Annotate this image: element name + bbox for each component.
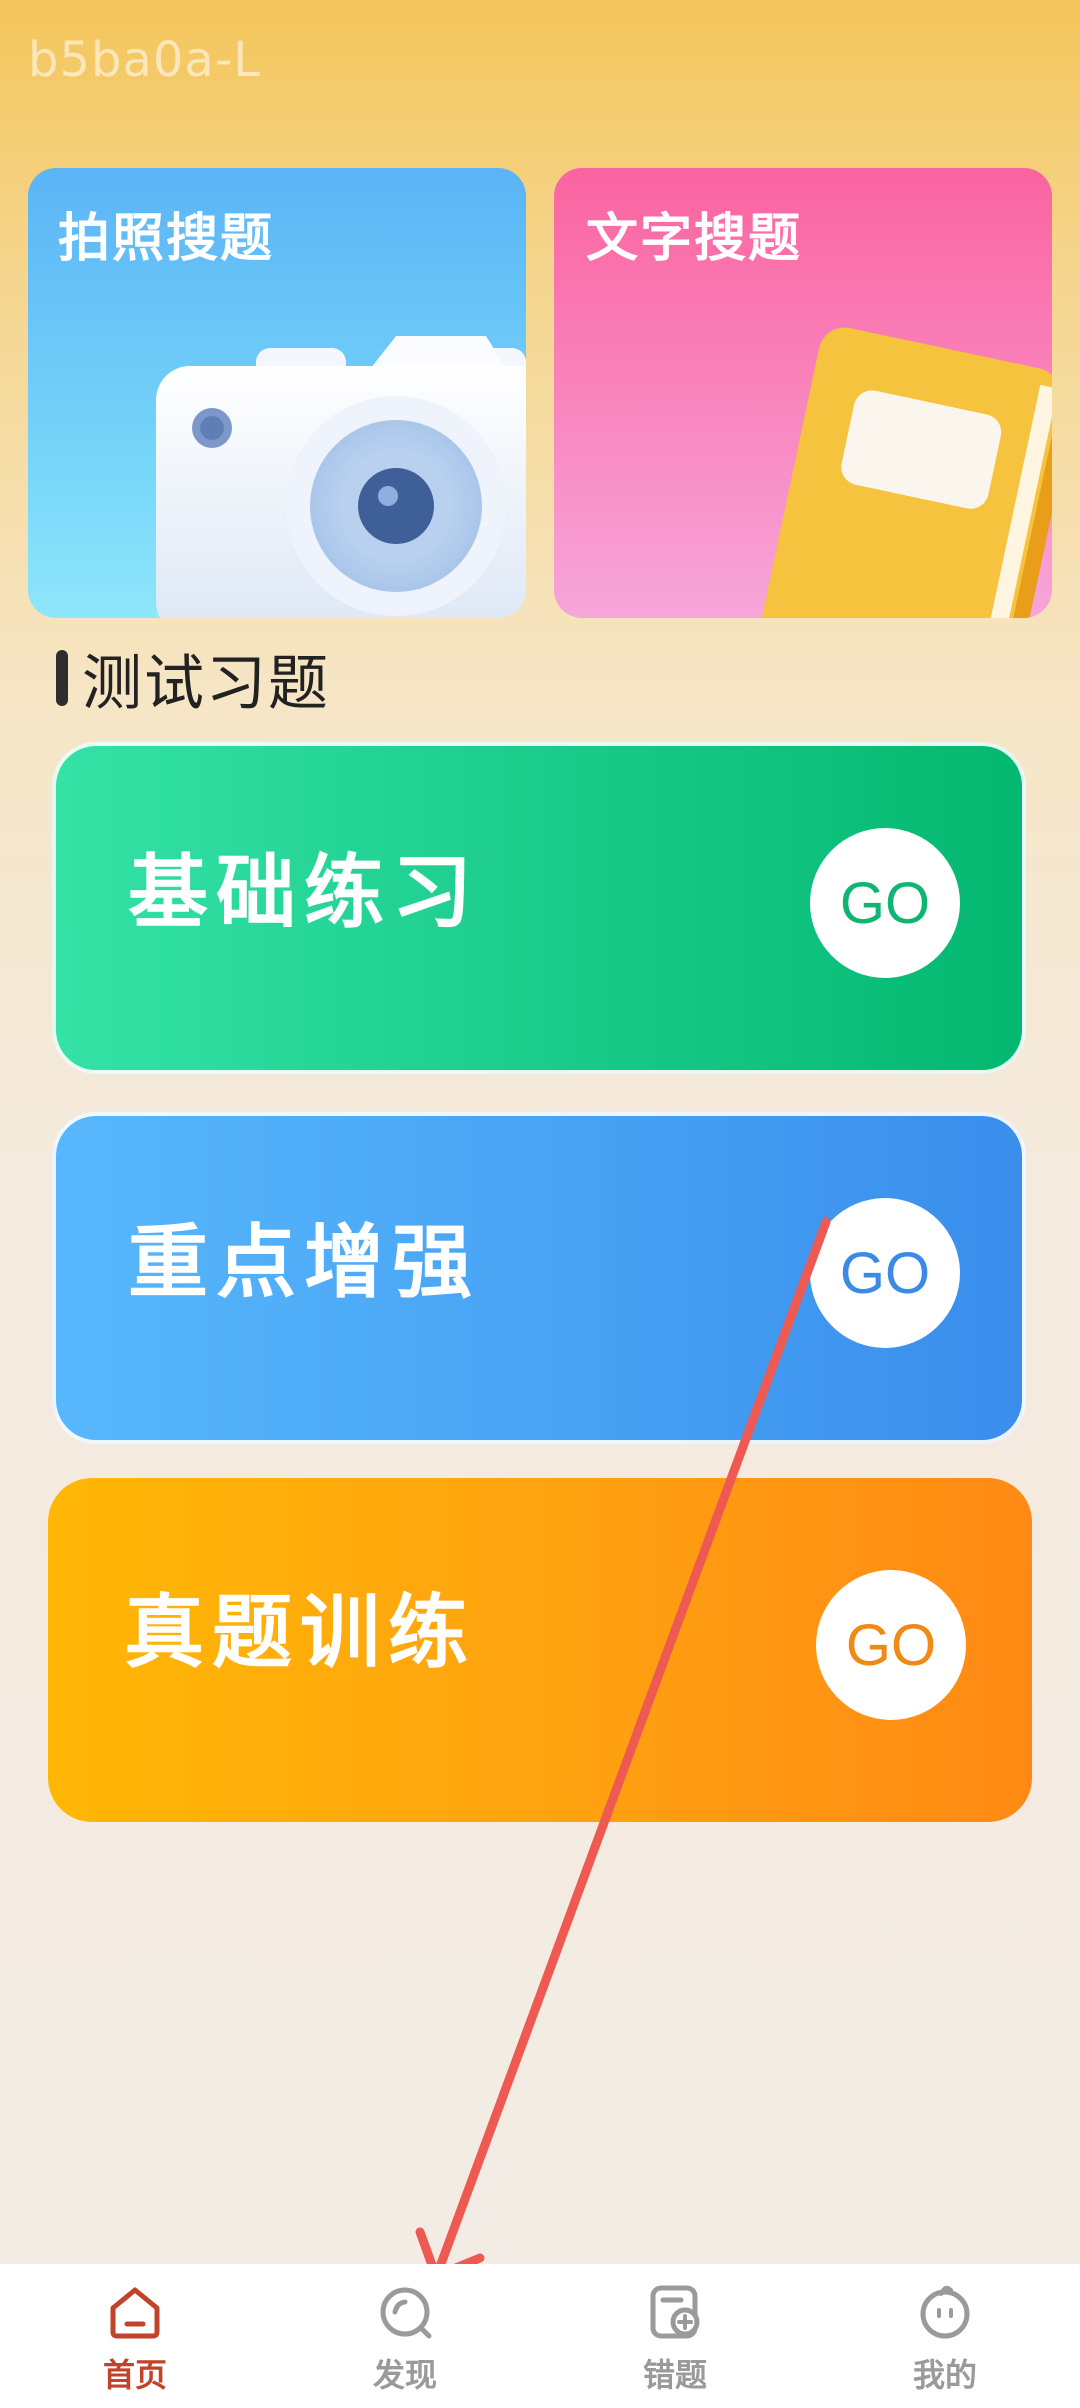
key-points-label: 重点增强 xyxy=(128,1216,480,1309)
real-exam-card[interactable]: 真题训练 GO xyxy=(48,1478,1032,1822)
real-exam-go-button[interactable]: GO xyxy=(816,1570,966,1720)
nav-home-label: 首页 xyxy=(102,2356,167,2394)
nav-wrong-questions-label: 错题 xyxy=(642,2356,707,2394)
home-icon xyxy=(110,2287,160,2339)
basic-practice-card[interactable]: 基础练习 GO xyxy=(52,742,1026,1074)
nav-discover[interactable]: 发现 xyxy=(270,2264,540,2408)
book-icon xyxy=(760,327,1052,618)
section-heading-text: 测试习题 xyxy=(82,648,330,719)
photo-search-card[interactable]: 拍照搜题 xyxy=(28,168,526,618)
real-exam-label: 真题训练 xyxy=(124,1586,476,1679)
nav-home[interactable]: 首页 xyxy=(0,2264,270,2408)
profile-icon xyxy=(920,2285,970,2339)
nav-discover-label: 发现 xyxy=(372,2356,437,2394)
key-points-go-button[interactable]: GO xyxy=(810,1198,960,1348)
watermark-text: b5ba0a-L xyxy=(28,32,261,88)
nav-profile-label: 我的 xyxy=(912,2356,977,2394)
key-points-card[interactable]: 重点增强 GO xyxy=(52,1112,1026,1444)
photo-search-label: 拍照搜题 xyxy=(58,209,275,269)
section-heading: 测试习题 xyxy=(56,640,330,719)
discover-icon xyxy=(380,2287,432,2339)
nav-wrong-questions[interactable]: 错题 xyxy=(540,2264,810,2408)
wrong-questions-icon xyxy=(650,2285,700,2339)
text-search-card[interactable]: 文字搜题 xyxy=(554,168,1052,618)
nav-profile[interactable]: 我的 xyxy=(810,2264,1080,2408)
camera-icon xyxy=(156,336,526,618)
bottom-navigation: 首页 发现 错题 我的 xyxy=(0,2264,1080,2408)
section-accent-bar xyxy=(56,650,68,706)
text-search-label: 文字搜题 xyxy=(586,209,803,269)
basic-practice-label: 基础练习 xyxy=(128,846,480,939)
basic-practice-go-button[interactable]: GO xyxy=(810,828,960,978)
